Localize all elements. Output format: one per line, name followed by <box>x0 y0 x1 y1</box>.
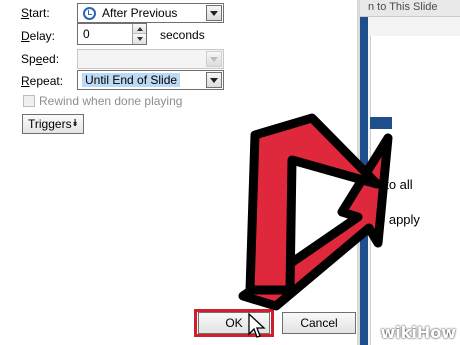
spin-up-icon[interactable] <box>132 24 146 34</box>
tab-text: n to This Slide <box>368 1 438 13</box>
clock-icon <box>83 7 96 20</box>
blue-bar <box>360 17 368 345</box>
tab-strip: n to This Slide <box>360 0 460 17</box>
delay-label: Delay: <box>21 29 56 43</box>
navy-block <box>370 117 392 129</box>
triggers-label: Triggers <box>28 117 72 131</box>
wikihow-watermark: wikiHow <box>380 323 456 342</box>
chevron-down-icon[interactable] <box>206 72 222 88</box>
rewind-label: Rewind when done playing <box>39 94 183 108</box>
speed-dropdown[interactable] <box>77 49 224 69</box>
delay-suffix: seconds <box>160 28 205 42</box>
start-dropdown[interactable]: After Previous <box>77 3 224 23</box>
watermark-part1: wiki <box>380 323 417 342</box>
triggers-button[interactable]: Triggers ⯯ <box>22 114 84 134</box>
timing-dialog: Start: After Previous Delay: 0 seconds S… <box>0 0 360 345</box>
repeat-dropdown[interactable]: Until End of Slide <box>77 70 224 90</box>
cancel-label: Cancel <box>300 316 338 330</box>
speed-label: Speed: <box>21 52 60 66</box>
repeat-label: Repeat: <box>21 74 64 88</box>
delay-spinner[interactable]: 0 <box>77 23 147 45</box>
start-value: After Previous <box>102 6 178 20</box>
cancel-button[interactable]: Cancel <box>282 312 356 334</box>
spin-down-icon[interactable] <box>132 34 146 44</box>
slide-background: n to This Slide t to all o apply <box>360 0 460 345</box>
chevron-down-icon[interactable] <box>206 5 222 21</box>
repeat-value: Until End of Slide <box>82 73 181 87</box>
double-chevron-icon: ⯯ <box>72 118 78 129</box>
watermark-part2: How <box>416 323 456 342</box>
rewind-checkbox[interactable] <box>23 95 35 107</box>
start-label: Start: <box>21 6 50 20</box>
chevron-down-icon <box>206 51 222 67</box>
slide-text-line2: o apply <box>378 212 420 227</box>
mouse-cursor-icon <box>248 312 266 338</box>
slide-text-line1: t to all <box>378 177 413 192</box>
delay-value: 0 <box>83 27 90 41</box>
